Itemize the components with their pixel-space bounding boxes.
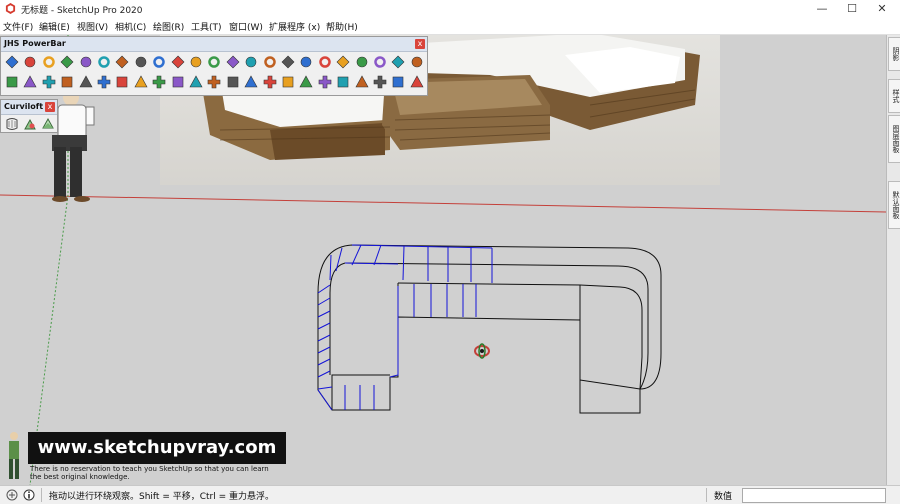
model-scene bbox=[0, 35, 886, 485]
minimize-button[interactable]: — bbox=[808, 0, 836, 17]
jhs-hide-tool-icon[interactable] bbox=[134, 75, 148, 89]
maximize-button[interactable]: ☐ bbox=[838, 0, 866, 17]
menu-window[interactable]: 窗口(W) bbox=[229, 20, 263, 33]
jhs-shell-tool-icon[interactable] bbox=[23, 75, 37, 89]
jhs-scale-tool-icon[interactable] bbox=[244, 55, 258, 69]
menu-edit[interactable]: 编辑(E) bbox=[39, 20, 70, 33]
jhs-walk-tool-icon[interactable] bbox=[336, 75, 350, 89]
jhs-curve-tool-icon[interactable] bbox=[189, 55, 203, 69]
jhs-powerbar-tools bbox=[1, 52, 427, 94]
status-divider bbox=[41, 488, 42, 502]
menu-extensions[interactable]: 扩展程序 (x) bbox=[269, 20, 320, 33]
jhs-erase-tool-icon[interactable] bbox=[97, 55, 111, 69]
watermark-note: There is no reservation to teach you Ske… bbox=[30, 465, 330, 481]
jhs-outliner-tool-icon[interactable] bbox=[299, 75, 313, 89]
menu-tools[interactable]: 工具(T) bbox=[191, 20, 222, 33]
menu-file[interactable]: 文件(F) bbox=[3, 20, 33, 33]
selected-edges bbox=[317, 244, 493, 411]
jhs-weld-tool-icon[interactable] bbox=[263, 55, 277, 69]
menu-draw[interactable]: 绘图(R) bbox=[153, 20, 184, 33]
scale-figure bbox=[52, 88, 95, 202]
close-button[interactable]: ✕ bbox=[868, 0, 896, 17]
tray-tab-shadows[interactable]: 阴影 bbox=[888, 37, 900, 71]
default-tray: 阴影 样式 图层面板 默认面板 bbox=[886, 35, 900, 485]
curviloft-title: Curviloft bbox=[4, 102, 44, 111]
jhs-loft-tool-icon[interactable] bbox=[5, 75, 19, 89]
geo-location-icon[interactable] bbox=[6, 489, 18, 501]
status-divider-2 bbox=[706, 488, 707, 502]
jhs-measure-tool-icon[interactable] bbox=[373, 75, 387, 89]
jhs-round-corner-icon[interactable] bbox=[207, 55, 221, 69]
red-axis bbox=[0, 194, 886, 213]
jhs-component-tool-icon[interactable] bbox=[226, 75, 240, 89]
curviloft-titlebar[interactable]: Curviloft x bbox=[1, 100, 57, 115]
window-title: 无标题 - SketchUp Pro 2020 bbox=[21, 6, 143, 16]
jhs-unlock-tool-icon[interactable] bbox=[281, 75, 295, 89]
curviloft-skin-contours-icon[interactable] bbox=[23, 117, 37, 131]
jhs-axes-tool-icon[interactable] bbox=[410, 75, 424, 89]
curviloft-toolbar: Curviloft x bbox=[0, 99, 58, 133]
jhs-smooth-tool-icon[interactable] bbox=[336, 55, 350, 69]
watermark-url: www.sketchupvray.com bbox=[28, 432, 286, 464]
jhs-extrude-tool-icon[interactable] bbox=[42, 55, 56, 69]
status-message: 拖动以进行环绕观察。Shift = 平移，Ctrl = 重力悬浮。 bbox=[49, 492, 274, 502]
jhs-taper-tool-icon[interactable] bbox=[391, 55, 405, 69]
jhs-twist-tool-icon[interactable] bbox=[410, 55, 424, 69]
jhs-mirror-tool-icon[interactable] bbox=[355, 55, 369, 69]
jhs-fillet-tool-icon[interactable] bbox=[152, 55, 166, 69]
jhs-section-tool-icon[interactable] bbox=[97, 75, 111, 89]
jhs-split-tool-icon[interactable] bbox=[281, 55, 295, 69]
jhs-protractor-tool-icon[interactable] bbox=[391, 75, 405, 89]
jhs-powerbar-close-icon[interactable]: x bbox=[415, 39, 425, 49]
jhs-offset-tool-icon[interactable] bbox=[42, 75, 56, 89]
jhs-push-pull-icon[interactable] bbox=[79, 55, 93, 69]
jhs-explode-tool-icon[interactable] bbox=[244, 75, 258, 89]
watermark-figure bbox=[9, 432, 19, 479]
jhs-align-tool-icon[interactable] bbox=[226, 55, 240, 69]
menu-camera[interactable]: 相机(C) bbox=[115, 20, 146, 33]
jhs-bevel-tool-icon[interactable] bbox=[23, 55, 37, 69]
info-icon[interactable] bbox=[23, 489, 35, 501]
jhs-flip-tool-icon[interactable] bbox=[171, 55, 185, 69]
jhs-label-tool-icon[interactable] bbox=[115, 75, 129, 89]
jhs-subdivide-tool-icon[interactable] bbox=[318, 55, 332, 69]
curviloft-loft-by-spline-icon[interactable] bbox=[5, 117, 19, 131]
status-bar: 拖动以进行环绕观察。Shift = 平移，Ctrl = 重力悬浮。 数值 bbox=[0, 485, 900, 504]
measurements-input[interactable] bbox=[742, 488, 886, 503]
jhs-unhide-tool-icon[interactable] bbox=[152, 75, 166, 89]
jhs-copy-tool-icon[interactable] bbox=[134, 55, 148, 69]
menu-help[interactable]: 帮助(H) bbox=[326, 20, 358, 33]
jhs-powerbar-titlebar[interactable]: JHS PowerBar x bbox=[1, 37, 427, 52]
curviloft-loft-along-path-icon[interactable] bbox=[41, 117, 55, 131]
curviloft-close-icon[interactable]: x bbox=[45, 102, 55, 112]
model-viewport[interactable]: JHS PowerBar x Curviloft x bbox=[0, 35, 886, 485]
sofa-outline bbox=[317, 244, 662, 414]
jhs-powerbar-toolbar: JHS PowerBar x bbox=[0, 36, 428, 96]
tray-tab-default-panel[interactable]: 默认面板 bbox=[888, 181, 900, 229]
jhs-powerbar-title: JHS PowerBar bbox=[4, 39, 66, 48]
jhs-group-tool-icon[interactable] bbox=[207, 75, 221, 89]
orbit-cursor-icon bbox=[474, 343, 490, 359]
watermark-note-line-2: the best original knowledge. bbox=[30, 473, 130, 481]
jhs-trim-tool-icon[interactable] bbox=[60, 75, 74, 89]
jhs-camera-tool-icon[interactable] bbox=[318, 75, 332, 89]
title-bar: 无标题 - SketchUp Pro 2020 — ☐ ✕ bbox=[0, 0, 900, 17]
jhs-texture-tool-icon[interactable] bbox=[171, 75, 185, 89]
jhs-array-tool-icon[interactable] bbox=[373, 55, 387, 69]
menu-bar: 文件(F) 编辑(E) 视图(V) 相机(C) 绘图(R) 工具(T) 窗口(W… bbox=[0, 17, 900, 35]
tray-tab-layers-panel[interactable]: 图层面板 bbox=[888, 115, 900, 163]
jhs-lock-tool-icon[interactable] bbox=[263, 75, 277, 89]
jhs-shape-bender-icon[interactable] bbox=[60, 55, 74, 69]
sketchup-logo-icon bbox=[5, 3, 16, 14]
jhs-extend-tool-icon[interactable] bbox=[79, 75, 93, 89]
jhs-rotate-tool-icon[interactable] bbox=[115, 55, 129, 69]
watermark-note-line-1: There is no reservation to teach you Ske… bbox=[30, 465, 269, 473]
tray-tab-styles[interactable]: 样式 bbox=[888, 79, 900, 113]
measurements-label: 数值 bbox=[714, 492, 733, 502]
jhs-poly-tool-icon[interactable] bbox=[5, 55, 19, 69]
jhs-uv-tool-icon[interactable] bbox=[189, 75, 203, 89]
jhs-look-tool-icon[interactable] bbox=[355, 75, 369, 89]
menu-view[interactable]: 视图(V) bbox=[77, 20, 108, 33]
jhs-joint-tool-icon[interactable] bbox=[299, 55, 313, 69]
